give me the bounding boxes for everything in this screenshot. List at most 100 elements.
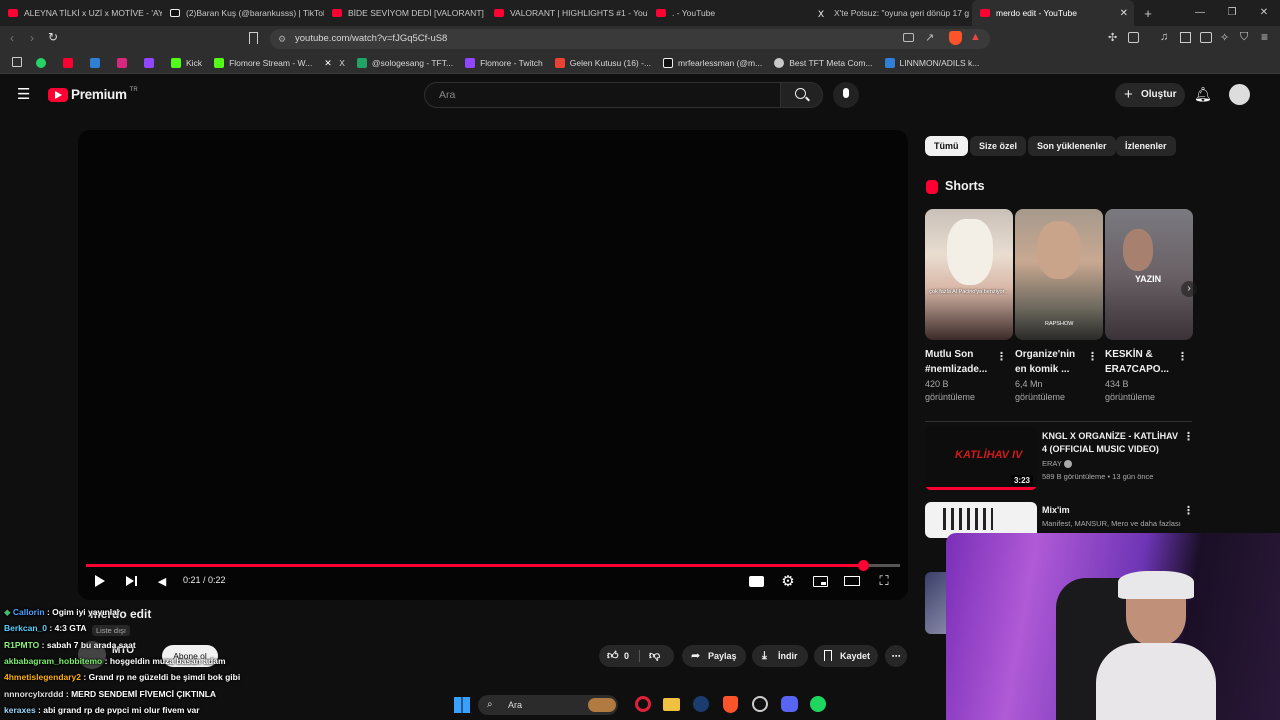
- mix-menu-icon[interactable]: ⋮: [1183, 504, 1194, 517]
- close-tab-icon[interactable]: ✕: [1120, 8, 1128, 19]
- back-icon[interactable]: ‹: [10, 31, 14, 45]
- wallet-icon[interactable]: [1128, 32, 1139, 43]
- discord-icon[interactable]: [781, 696, 798, 712]
- subtitles-button[interactable]: [748, 572, 764, 590]
- spotify-icon[interactable]: [810, 696, 826, 712]
- mix-title[interactable]: Mix'im: [1042, 504, 1182, 517]
- fullscreen-icon[interactable]: ⛶: [876, 572, 892, 590]
- bookmark[interactable]: [90, 57, 105, 68]
- dislike-icon[interactable]: 👎︎: [649, 645, 660, 667]
- download-button[interactable]: ⤓ İndir: [752, 645, 808, 667]
- voice-search-button[interactable]: [833, 82, 859, 108]
- hamburger-menu-icon[interactable]: ☰: [17, 85, 30, 103]
- reload-icon[interactable]: ↻: [48, 30, 58, 44]
- brave-rewards-icon[interactable]: ▲: [970, 31, 981, 43]
- browser-tab-active[interactable]: merdo edit - YouTube ✕: [972, 0, 1134, 26]
- chip-watched[interactable]: İzlenenler: [1116, 136, 1176, 156]
- youtube-premium-logo[interactable]: Premium TR: [48, 87, 138, 102]
- volume-icon[interactable]: ◀︎: [155, 572, 169, 590]
- bookmark[interactable]: [144, 57, 159, 68]
- bookmark[interactable]: [36, 57, 51, 68]
- cast-icon[interactable]: [903, 33, 914, 42]
- close-window-icon[interactable]: ✕: [1248, 0, 1280, 26]
- short-title[interactable]: Mutlu Son #nemlizade...: [925, 347, 1005, 377]
- browser-tab[interactable]: . - YouTube: [648, 0, 810, 26]
- browser-tab[interactable]: VALORANT | HIGHLIGHTS #1 - YouTu: [486, 0, 648, 26]
- chip-for-you[interactable]: Size özel: [970, 136, 1027, 156]
- short-menu-icon[interactable]: ⋮: [996, 350, 1007, 363]
- video-channel[interactable]: ERAY: [1042, 458, 1192, 469]
- taskbar-search[interactable]: ⌕ Ara: [478, 695, 618, 715]
- short-title[interactable]: Organize'nin en komik ...: [1015, 347, 1095, 377]
- save-bookmark-icon: [824, 650, 832, 661]
- windows-start-icon[interactable]: [454, 697, 470, 713]
- app-icon[interactable]: [752, 696, 768, 712]
- theater-mode-button[interactable]: [844, 572, 860, 590]
- bookmark[interactable]: [63, 57, 78, 68]
- menu-icon[interactable]: ≡: [1261, 30, 1268, 44]
- minimize-icon[interactable]: —: [1184, 0, 1216, 26]
- sidebar-icon[interactable]: [1180, 32, 1191, 43]
- share-icon[interactable]: ↗: [925, 31, 934, 44]
- bookmark[interactable]: LINNMON/ADILS k...: [884, 57, 979, 68]
- maximize-icon[interactable]: ❐: [1216, 0, 1248, 26]
- create-button[interactable]: + Oluştur: [1115, 83, 1185, 107]
- brave-icon[interactable]: [723, 696, 738, 713]
- bookmark[interactable]: ✕ X: [324, 58, 345, 68]
- bookmark[interactable]: mrfearlessman (@m...: [663, 57, 762, 68]
- vpn-icon[interactable]: ⛉: [1240, 31, 1248, 44]
- bookmark[interactable]: @sologesang - TFT...: [356, 57, 453, 68]
- site-settings-icon[interactable]: ⚙: [278, 29, 286, 49]
- bookmark[interactable]: Flomore Stream - W...: [214, 57, 312, 68]
- url-field[interactable]: ⚙ youtube.com/watch?v=fJGq5Cf-uS8: [270, 29, 990, 49]
- file-explorer-icon[interactable]: [663, 698, 680, 711]
- shorts-next-icon[interactable]: ›: [1181, 281, 1197, 297]
- settings-gear-icon[interactable]: ⚙: [780, 572, 796, 590]
- browser-tab[interactable]: X X'te Potsuz: "oyuna geri dönüp 17 g: [810, 0, 972, 26]
- new-tab-button[interactable]: +: [1134, 6, 1162, 21]
- video-title[interactable]: KNGL X ORGANİZE - KATLİHAV 4 (OFFICIAL MU…: [1042, 430, 1182, 456]
- play-button[interactable]: [93, 572, 107, 590]
- opera-icon[interactable]: [635, 696, 651, 712]
- browser-tab[interactable]: ALEYNA TİLKİ x UZİ x MOTİVE - 'AYRI: [0, 0, 162, 26]
- short-menu-icon[interactable]: ⋮: [1087, 350, 1098, 363]
- wallet-2-icon[interactable]: [1200, 32, 1212, 43]
- video-thumbnail[interactable]: KATLİHAV IV 3:23: [925, 427, 1037, 490]
- avatar[interactable]: [1229, 84, 1250, 105]
- brave-shields-icon[interactable]: [949, 31, 962, 45]
- video-player[interactable]: [78, 130, 908, 600]
- browser-tab[interactable]: (2)Baran Kuş (@barankusss) | TikTok: [162, 0, 324, 26]
- browser-tab[interactable]: BİDE SEVİYOM DEDİ [VALORANT] - Y: [324, 0, 486, 26]
- extensions-icon[interactable]: ✣: [1108, 31, 1117, 44]
- miniplayer-button[interactable]: [812, 572, 828, 590]
- chip-all[interactable]: Tümü: [925, 136, 968, 156]
- forward-icon[interactable]: ›: [30, 31, 34, 45]
- apps-icon[interactable]: [12, 57, 22, 67]
- next-button[interactable]: [124, 572, 138, 590]
- bookmark[interactable]: Best TFT Meta Com...: [774, 57, 873, 68]
- share-button[interactable]: ➦ Paylaş: [682, 645, 746, 667]
- bookmark[interactable]: Flomore - Twitch: [465, 57, 543, 68]
- search-button[interactable]: [781, 82, 823, 108]
- short-title[interactable]: KESKİN & ERA7CAPO...: [1105, 347, 1185, 377]
- video-menu-icon[interactable]: ⋮: [1183, 430, 1194, 443]
- progress-bar[interactable]: [86, 560, 900, 571]
- scrubber-handle[interactable]: [857, 560, 869, 571]
- save-button[interactable]: Kaydet: [814, 645, 878, 667]
- search-input[interactable]: Ara: [424, 82, 781, 108]
- short-menu-icon[interactable]: ⋮: [1177, 350, 1188, 363]
- leo-ai-icon[interactable]: ✧: [1220, 31, 1229, 44]
- steam-icon[interactable]: [693, 696, 709, 712]
- music-icon[interactable]: ♫: [1160, 31, 1168, 43]
- notifications-bell-icon[interactable]: 🔔︎: [1194, 86, 1212, 103]
- like-icon[interactable]: 👍︎: [607, 645, 619, 667]
- more-actions-button[interactable]: ⋯: [885, 645, 907, 667]
- short-thumbnail[interactable]: RAPSHOW: [1015, 209, 1103, 340]
- chip-recently-uploaded[interactable]: Son yüklenenler: [1028, 136, 1116, 156]
- bookmark[interactable]: Kick: [171, 57, 202, 68]
- bookmark[interactable]: Gelen Kutusu (16) -...: [554, 57, 651, 68]
- bookmark[interactable]: [117, 57, 132, 68]
- bookmark-page-icon[interactable]: [249, 32, 258, 44]
- short-thumbnail[interactable]: çok fazla Al Pacino'ya benziyor...: [925, 209, 1013, 340]
- short-thumbnail[interactable]: YAZIN: [1105, 209, 1193, 340]
